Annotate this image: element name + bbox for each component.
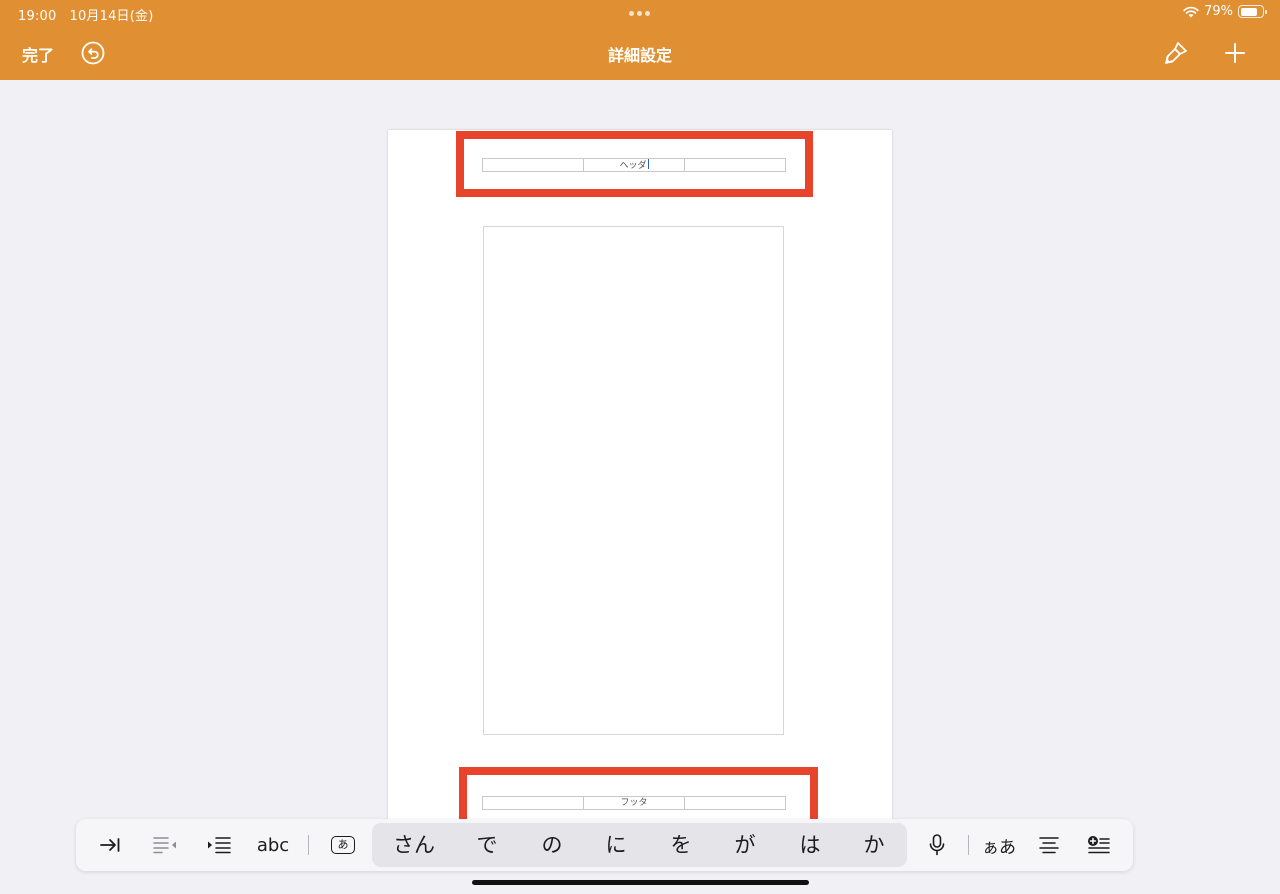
indent-icon <box>208 837 231 854</box>
header-highlight-box <box>456 131 813 197</box>
page-title: 詳細設定 <box>607 46 672 65</box>
battery-percent: 79% <box>1204 4 1233 19</box>
paragraph-style-button[interactable] <box>1036 819 1062 871</box>
kana-size-button[interactable]: ぁあ <box>982 819 1016 871</box>
candidate-item[interactable]: が <box>735 823 756 867</box>
candidate-bar: さん で の に を が は か <box>372 823 907 867</box>
home-indicator[interactable] <box>472 880 809 885</box>
status-clock: 19:00 <box>18 9 57 24</box>
insert-button[interactable] <box>1086 819 1112 871</box>
align-center-icon <box>1039 837 1059 854</box>
kana-icon: あ <box>331 836 355 854</box>
battery-level <box>1240 7 1258 16</box>
dictation-button[interactable] <box>926 819 948 871</box>
wifi-icon <box>1183 6 1199 17</box>
candidate-item[interactable]: か <box>864 823 885 867</box>
body-text-area[interactable] <box>483 226 784 735</box>
candidate-item[interactable]: は <box>800 823 821 867</box>
indent-button[interactable] <box>204 819 234 871</box>
candidate-item[interactable]: さん <box>393 823 435 867</box>
candidate-item[interactable]: を <box>671 823 692 867</box>
outdent-icon <box>153 837 176 854</box>
top-bar: 19:00 10月14日(金) 79% 完了 詳細設定 <box>0 0 1280 80</box>
status-date: 10月14日(金) <box>69 9 154 24</box>
tab-button[interactable] <box>96 819 124 871</box>
microphone-icon <box>929 834 945 856</box>
candidate-item[interactable]: で <box>477 823 498 867</box>
separator <box>308 835 309 855</box>
tab-icon <box>100 838 120 852</box>
format-brush-icon[interactable] <box>1163 40 1189 66</box>
multitasking-dots-icon[interactable] <box>629 11 650 16</box>
kana-input-button[interactable]: あ <box>330 819 356 871</box>
candidate-item[interactable]: に <box>606 823 627 867</box>
status-time: 19:00 10月14日(金) <box>18 5 154 24</box>
outdent-button[interactable] <box>150 819 180 871</box>
abc-button[interactable]: abc <box>255 819 291 871</box>
separator <box>968 835 969 855</box>
keyboard-shortcut-bar: abc あ さん で の に を が は か ぁあ <box>76 819 1133 871</box>
battery-icon <box>1238 5 1267 18</box>
add-icon[interactable] <box>1224 42 1246 64</box>
status-indicators: 79% <box>1183 4 1267 19</box>
document-page[interactable]: ヘッダ フッタ <box>388 130 892 830</box>
candidate-item[interactable]: の <box>542 823 563 867</box>
insert-icon <box>1088 836 1110 854</box>
